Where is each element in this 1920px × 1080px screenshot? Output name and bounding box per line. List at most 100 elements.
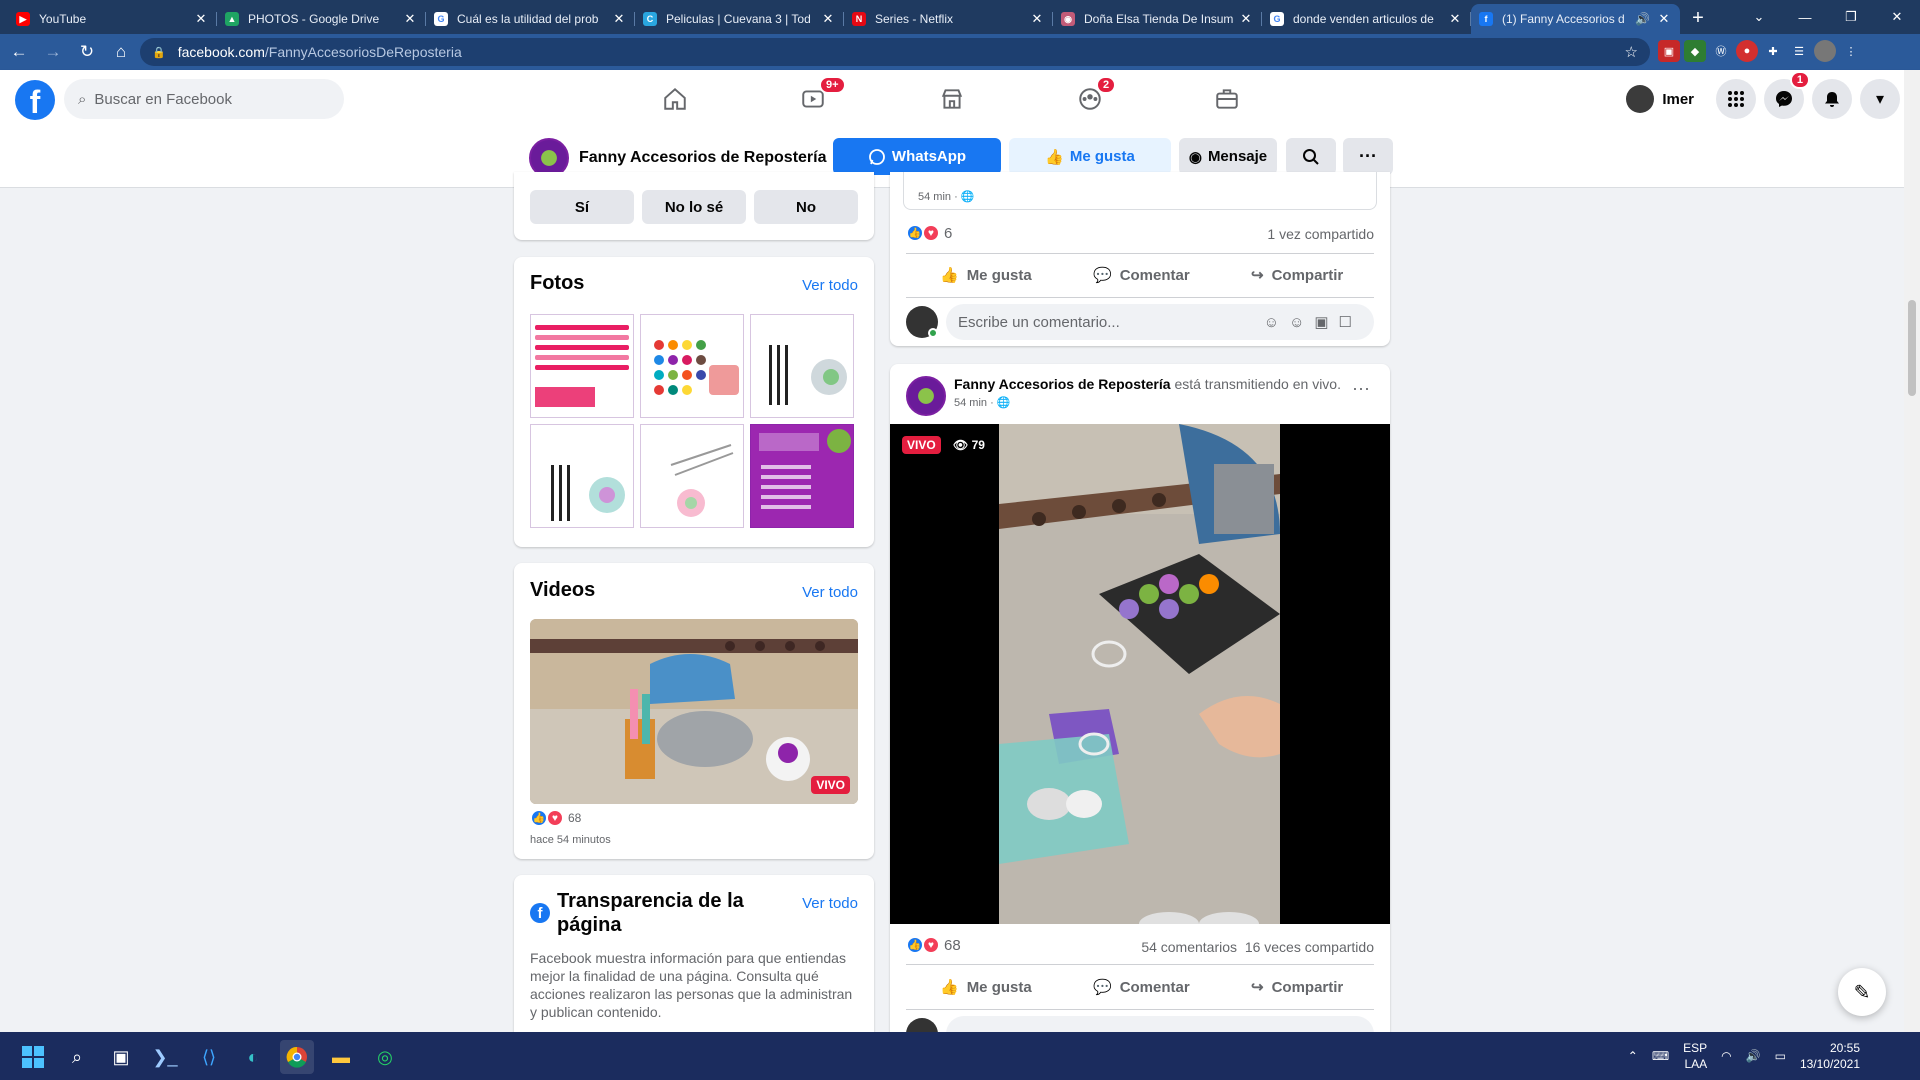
post-author-name[interactable]: Fanny Accesorios de Repostería [954, 376, 1171, 392]
tab-close-icon[interactable]: ✕ [402, 11, 418, 27]
transparency-see-all-link[interactable]: Ver todo [802, 895, 858, 912]
browser-tab[interactable]: f (1) Fanny Accesorios d 🔊 ✕ [1471, 4, 1680, 34]
reload-button[interactable]: ↻ [72, 37, 102, 67]
tray-chevron-icon[interactable]: ⌃ [1628, 1049, 1638, 1063]
extensions-puzzle-icon[interactable]: ✚ [1762, 40, 1784, 62]
home-button[interactable]: ⌂ [106, 37, 136, 67]
extension-green-icon[interactable]: ◆ [1684, 40, 1706, 62]
vscode-icon[interactable]: ⟨⟩ [192, 1040, 226, 1074]
chrome-profile-avatar[interactable] [1814, 40, 1836, 62]
page-scrollbar[interactable] [1904, 70, 1920, 1032]
video-reactions[interactable]: 👍 ♥ 68 [530, 809, 581, 827]
comment-input[interactable]: Escribe un comentario... ☺☺▣☐ [946, 304, 1374, 340]
messenger-icon[interactable]: 1 [1764, 71, 1810, 119]
page-like-button[interactable]: 👍 Me gusta [1009, 138, 1171, 175]
photo-thumbnail[interactable] [750, 314, 854, 418]
photo-thumbnail[interactable] [640, 314, 744, 418]
wifi-icon[interactable]: ◠ [1721, 1049, 1731, 1063]
post-options-icon[interactable]: ··· [1352, 378, 1370, 399]
post-engagement-counts[interactable]: 54 comentarios 16 veces compartido [1141, 939, 1374, 955]
profile-shortcut[interactable]: Imer [1626, 85, 1694, 113]
browser-tab[interactable]: N Series - Netflix ✕ [844, 4, 1053, 34]
facebook-logo[interactable]: f [15, 80, 55, 120]
bookmark-star-icon[interactable]: ☆ [1625, 43, 1638, 61]
browser-tab[interactable]: ◉ Doña Elsa Tienda De Insum ✕ [1053, 4, 1262, 34]
forward-button[interactable]: → [38, 37, 68, 67]
home-nav-icon[interactable] [655, 80, 695, 118]
tab-close-icon[interactable]: ✕ [820, 11, 836, 27]
poll-option-yes[interactable]: Sí [530, 190, 634, 224]
restore-button[interactable]: ❐ [1828, 0, 1874, 34]
photo-thumbnail[interactable] [530, 424, 634, 528]
browser-tab[interactable]: ▲ PHOTOS - Google Drive ✕ [217, 4, 426, 34]
taskbar-search-icon[interactable]: ⌕ [60, 1040, 94, 1074]
input-language[interactable]: ESP LAA [1683, 1040, 1707, 1072]
reading-list-icon[interactable]: ☰ [1788, 40, 1810, 62]
browser-tab[interactable]: C Peliculas | Cuevana 3 | Tod ✕ [635, 4, 844, 34]
address-bar[interactable]: 🔒 facebook.com/FannyAccesoriosDeReposter… [140, 38, 1650, 66]
scrollbar-thumb[interactable] [1908, 300, 1916, 396]
new-message-compose-button[interactable]: ✎ [1838, 968, 1886, 1016]
tab-close-icon[interactable]: ✕ [1029, 11, 1045, 27]
marketplace-nav-icon[interactable] [932, 80, 972, 118]
account-dropdown-icon[interactable]: ▾ [1860, 79, 1900, 119]
poll-option-dont-know[interactable]: No lo sé [642, 190, 746, 224]
photo-thumbnail[interactable] [640, 424, 744, 528]
post-reactions[interactable]: 👍 ♥ 68 [906, 936, 961, 954]
minimize-button[interactable]: — [1782, 0, 1828, 34]
profile-menu-icon[interactable]: ⌄ [1736, 0, 1782, 34]
photo-thumbnail[interactable] [530, 314, 634, 418]
post-like-button[interactable]: 👍 Me gusta [940, 266, 1032, 285]
message-button[interactable]: ◉ Mensaje [1179, 138, 1277, 175]
battery-icon[interactable]: ▭ [1775, 1049, 1786, 1063]
post-comment-button[interactable]: 💬 Comentar [1093, 978, 1190, 997]
whatsapp-button[interactable]: WhatsApp [833, 138, 1001, 175]
watch-nav-icon[interactable]: 9+ [793, 76, 846, 118]
chrome-taskbar-icon[interactable] [280, 1040, 314, 1074]
tab-close-icon[interactable]: ✕ [1447, 11, 1463, 27]
page-search-button[interactable] [1286, 138, 1336, 175]
keyboard-icon[interactable]: ⌨ [1652, 1049, 1669, 1063]
edge-icon[interactable]: ◐ [236, 1040, 270, 1074]
powershell-icon[interactable]: ❯_ [148, 1040, 182, 1074]
tab-close-icon[interactable]: ✕ [1238, 11, 1254, 27]
browser-tab[interactable]: Gdonde venden articulos de ✕ [1262, 4, 1471, 34]
windows-start-icon[interactable] [16, 1040, 50, 1074]
whatsapp-taskbar-icon[interactable]: ◎ [368, 1040, 402, 1074]
post-share-count[interactable]: 1 vez compartido [1267, 226, 1374, 242]
notifications-bell-icon[interactable] [1812, 79, 1852, 119]
tab-audio-icon[interactable]: 🔊 [1635, 12, 1650, 26]
tab-close-icon[interactable]: ✕ [611, 11, 627, 27]
groups-nav-icon[interactable]: 2 [1070, 76, 1117, 118]
browser-tab[interactable]: G Cuál es la utilidad del prob ✕ [426, 4, 635, 34]
photos-see-all-link[interactable]: Ver todo [802, 277, 858, 294]
task-view-icon[interactable]: ▣ [104, 1040, 138, 1074]
menu-grid-icon[interactable] [1716, 79, 1756, 119]
poll-option-no[interactable]: No [754, 190, 858, 224]
new-tab-button[interactable]: + [1680, 4, 1716, 34]
facebook-search-input[interactable]: ⌕ Buscar en Facebook [64, 79, 344, 119]
extension-red-icon[interactable]: ▣ [1658, 40, 1680, 62]
live-video-player[interactable]: VIVO 👁 79 [890, 424, 1390, 924]
post-author-avatar[interactable] [906, 376, 946, 416]
extension-shield-icon[interactable]: ● [1736, 40, 1758, 62]
volume-icon[interactable]: 🔊 [1746, 1049, 1761, 1063]
taskbar-clock[interactable]: 20:55 13/10/2021 [1800, 1040, 1860, 1072]
video-thumbnail[interactable]: VIVO [530, 619, 858, 804]
videos-see-all-link[interactable]: Ver todo [802, 584, 858, 601]
photo-thumbnail[interactable] [750, 424, 854, 528]
post-reactions[interactable]: 👍 ♥ 6 [906, 224, 952, 242]
gaming-nav-icon[interactable] [1207, 80, 1247, 118]
post-like-button[interactable]: 👍 Me gusta [940, 978, 1032, 997]
post-comment-button[interactable]: 💬 Comentar [1093, 266, 1190, 285]
back-button[interactable]: ← [4, 37, 34, 67]
file-explorer-icon[interactable]: ▬ [324, 1040, 358, 1074]
comment-attachment-icons[interactable]: ☺☺▣☐ [1264, 313, 1362, 331]
post-share-button[interactable]: ↪ Compartir [1251, 266, 1343, 285]
tab-close-icon[interactable]: ✕ [1656, 11, 1672, 27]
chrome-menu-icon[interactable]: ⋮ [1840, 40, 1862, 62]
close-window-button[interactable]: ✕ [1874, 0, 1920, 34]
browser-tab[interactable]: ▶ YouTube ✕ [8, 4, 217, 34]
tab-close-icon[interactable]: ✕ [193, 11, 209, 27]
post-share-button[interactable]: ↪ Compartir [1251, 978, 1343, 997]
